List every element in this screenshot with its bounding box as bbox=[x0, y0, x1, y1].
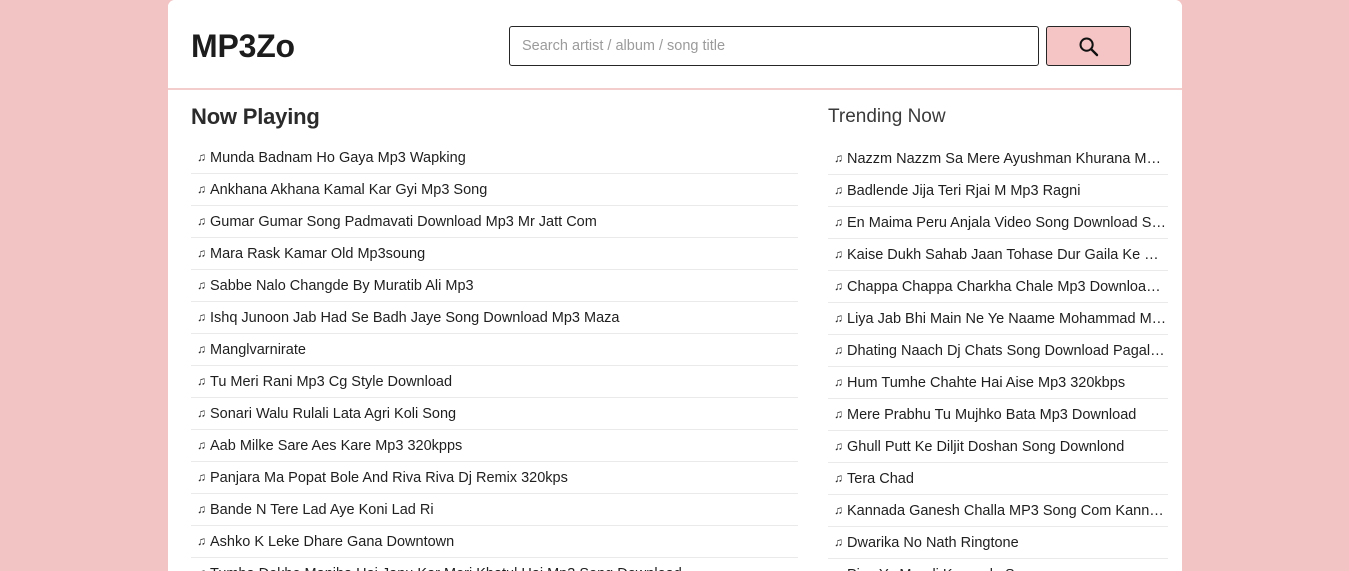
content-area: Now Playing ♫Munda Badnam Ho Gaya Mp3 Wa… bbox=[168, 90, 1182, 569]
now-playing-item[interactable]: ♫Gumar Gumar Song Padmavati Download Mp3… bbox=[191, 206, 798, 238]
now-playing-item[interactable]: ♫ Tumba Dekhe Manjha Hai Janu Kar Meri Kh… bbox=[191, 558, 798, 571]
trending-now-item[interactable]: ♫Nazzm Nazzm Sa Mere Ayushman Khurana Mp… bbox=[828, 143, 1168, 175]
song-title-link[interactable]: Kaise Dukh Sahab Jaan Tohase Dur Gaila K… bbox=[847, 247, 1168, 263]
song-title-link[interactable]: Munda Badnam Ho Gaya Mp3 Wapking bbox=[210, 150, 466, 166]
now-playing-item[interactable]: ♫Ashko K Leke Dhare Gana Downtown bbox=[191, 526, 798, 558]
now-playing-item[interactable]: ♫Manglvarnirate bbox=[191, 334, 798, 366]
song-title-link[interactable]: Tumba Dekhe Manjha Hai Janu Kar Meri Kha… bbox=[210, 566, 682, 571]
site-header: MP3Zo bbox=[168, 0, 1182, 90]
song-title-link[interactable]: Piyu Ye Mundi Kannada Song bbox=[847, 567, 1039, 571]
music-note-icon: ♫ bbox=[197, 430, 206, 461]
search-input[interactable] bbox=[509, 26, 1039, 66]
trending-now-item[interactable]: ♫Kannada Ganesh Challa MP3 Song Com Kann… bbox=[828, 495, 1168, 527]
song-title-link[interactable]: Tera Chad bbox=[847, 471, 914, 487]
now-playing-item[interactable]: ♫Mara Rask Kamar Old Mp3soung bbox=[191, 238, 798, 270]
song-title-link[interactable]: Ishq Junoon Jab Had Se Badh Jaye Song Do… bbox=[210, 310, 619, 326]
music-note-icon: ♫ bbox=[197, 334, 206, 365]
music-note-icon: ♫ bbox=[197, 174, 206, 205]
music-note-icon: ♫ bbox=[834, 239, 843, 270]
music-note-icon: ♫ bbox=[834, 143, 843, 174]
music-note-icon: ♫ bbox=[197, 494, 206, 525]
music-note-icon: ♫ bbox=[197, 270, 206, 301]
music-note-icon: ♫ bbox=[197, 462, 206, 493]
now-playing-item[interactable]: ♫Ishq Junoon Jab Had Se Badh Jaye Song D… bbox=[191, 302, 798, 334]
now-playing-item[interactable]: ♫Bande N Tere Lad Aye Koni Lad Ri bbox=[191, 494, 798, 526]
music-note-icon: ♫ bbox=[197, 142, 206, 173]
brand-logo[interactable]: MP3Zo bbox=[191, 27, 295, 65]
music-note-icon: ♫ bbox=[197, 302, 206, 333]
music-note-icon: ♫ bbox=[197, 526, 206, 557]
trending-now-item[interactable]: ♫Tera Chad bbox=[828, 463, 1168, 495]
music-note-icon: ♫ bbox=[197, 366, 206, 397]
song-title-link[interactable]: Kannada Ganesh Challa MP3 Song Com Kanna… bbox=[847, 503, 1168, 519]
trending-now-item[interactable]: ♫Mere Prabhu Tu Mujhko Bata Mp3 Download bbox=[828, 399, 1168, 431]
now-playing-heading: Now Playing bbox=[191, 90, 798, 130]
now-playing-item[interactable]: ♫Ankhana Akhana Kamal Kar Gyi Mp3 Song bbox=[191, 174, 798, 206]
song-title-link[interactable]: Nazzm Nazzm Sa Mere Ayushman Khurana Mp3… bbox=[847, 151, 1168, 167]
song-title-link[interactable]: Mara Rask Kamar Old Mp3soung bbox=[210, 246, 425, 262]
trending-now-list: ♫Nazzm Nazzm Sa Mere Ayushman Khurana Mp… bbox=[828, 143, 1168, 571]
song-title-link[interactable]: Bande N Tere Lad Aye Koni Lad Ri bbox=[210, 502, 434, 518]
song-title-link[interactable]: Manglvarnirate bbox=[210, 342, 306, 358]
song-title-link[interactable]: Chappa Chappa Charkha Chale Mp3 Download… bbox=[847, 279, 1168, 295]
music-note-icon: ♫ bbox=[834, 207, 843, 238]
trending-now-item[interactable]: ♫Kaise Dukh Sahab Jaan Tohase Dur Gaila … bbox=[828, 239, 1168, 271]
trending-now-column: Trending Now ♫Nazzm Nazzm Sa Mere Ayushm… bbox=[820, 90, 1182, 569]
trending-now-heading: Trending Now bbox=[828, 90, 1168, 129]
music-note-icon: ♫ bbox=[834, 399, 843, 430]
music-note-icon: ♫ bbox=[834, 559, 843, 571]
now-playing-item[interactable]: ♫Panjara Ma Popat Bole And Riva Riva Dj … bbox=[191, 462, 798, 494]
music-note-icon: ♫ bbox=[834, 367, 843, 398]
now-playing-item[interactable]: ♫Sabbe Nalo Changde By Muratib Ali Mp3 bbox=[191, 270, 798, 302]
music-note-icon: ♫ bbox=[834, 303, 843, 334]
song-title-link[interactable]: Liya Jab Bhi Main Ne Ye Naame Mohammad M… bbox=[847, 311, 1168, 327]
music-note-icon: ♫ bbox=[834, 495, 843, 526]
song-title-link[interactable]: Ankhana Akhana Kamal Kar Gyi Mp3 Song bbox=[210, 182, 487, 198]
trending-now-item[interactable]: ♫Ghull Putt Ke Diljit Doshan Song Downlo… bbox=[828, 431, 1168, 463]
music-note-icon: ♫ bbox=[197, 206, 206, 237]
trending-now-item[interactable]: ♫En Maima Peru Anjala Video Song Downloa… bbox=[828, 207, 1168, 239]
search-bar bbox=[509, 26, 1131, 66]
song-title-link[interactable]: Ghull Putt Ke Diljit Doshan Song Downlon… bbox=[847, 439, 1124, 455]
search-button[interactable] bbox=[1046, 26, 1131, 66]
song-title-link[interactable]: Ashko K Leke Dhare Gana Downtown bbox=[210, 534, 454, 550]
song-title-link[interactable]: Aab Milke Sare Aes Kare Mp3 320kpps bbox=[210, 438, 462, 454]
trending-now-item[interactable]: ♫Liya Jab Bhi Main Ne Ye Naame Mohammad … bbox=[828, 303, 1168, 335]
now-playing-item[interactable]: ♫Sonari Walu Rulali Lata Agri Koli Song bbox=[191, 398, 798, 430]
now-playing-list: ♫Munda Badnam Ho Gaya Mp3 Wapking♫Ankhan… bbox=[191, 142, 798, 571]
song-title-link[interactable]: Dwarika No Nath Ringtone bbox=[847, 535, 1019, 551]
music-note-icon: ♫ bbox=[834, 527, 843, 558]
trending-now-item[interactable]: ♫Dhating Naach Dj Chats Song Download Pa… bbox=[828, 335, 1168, 367]
page-card: MP3Zo Now Playing ♫Munda Badnam Ho Gaya … bbox=[168, 0, 1182, 571]
song-title-link[interactable]: Mere Prabhu Tu Mujhko Bata Mp3 Download bbox=[847, 407, 1136, 423]
song-title-link[interactable]: Gumar Gumar Song Padmavati Download Mp3 … bbox=[210, 214, 597, 230]
song-title-link[interactable]: Dhating Naach Dj Chats Song Download Pag… bbox=[847, 343, 1168, 359]
trending-now-item[interactable]: ♫ Piyu Ye Mundi Kannada Song bbox=[828, 559, 1168, 571]
music-note-icon: ♫ bbox=[834, 431, 843, 462]
music-note-icon: ♫ bbox=[834, 175, 843, 206]
trending-now-item[interactable]: ♫Dwarika No Nath Ringtone bbox=[828, 527, 1168, 559]
now-playing-item[interactable]: ♫Aab Milke Sare Aes Kare Mp3 320kpps bbox=[191, 430, 798, 462]
music-note-icon: ♫ bbox=[834, 463, 843, 494]
song-title-link[interactable]: Sabbe Nalo Changde By Muratib Ali Mp3 bbox=[210, 278, 474, 294]
music-note-icon: ♫ bbox=[197, 398, 206, 429]
trending-now-item[interactable]: ♫Hum Tumhe Chahte Hai Aise Mp3 320kbps bbox=[828, 367, 1168, 399]
search-icon bbox=[1078, 36, 1099, 57]
music-note-icon: ♫ bbox=[834, 271, 843, 302]
now-playing-item[interactable]: ♫Tu Meri Rani Mp3 Cg Style Download bbox=[191, 366, 798, 398]
now-playing-column: Now Playing ♫Munda Badnam Ho Gaya Mp3 Wa… bbox=[168, 90, 820, 569]
song-title-link[interactable]: Tu Meri Rani Mp3 Cg Style Download bbox=[210, 374, 452, 390]
music-note-icon: ♫ bbox=[834, 335, 843, 366]
music-note-icon: ♫ bbox=[197, 238, 206, 269]
song-title-link[interactable]: Badlende Jija Teri Rjai M Mp3 Ragni bbox=[847, 183, 1080, 199]
song-title-link[interactable]: Hum Tumhe Chahte Hai Aise Mp3 320kbps bbox=[847, 375, 1125, 391]
music-note-icon: ♫ bbox=[197, 558, 206, 571]
trending-now-item[interactable]: ♫Chappa Chappa Charkha Chale Mp3 Downloa… bbox=[828, 271, 1168, 303]
song-title-link[interactable]: Sonari Walu Rulali Lata Agri Koli Song bbox=[210, 406, 456, 422]
song-title-link[interactable]: En Maima Peru Anjala Video Song Download… bbox=[847, 215, 1168, 231]
now-playing-item[interactable]: ♫Munda Badnam Ho Gaya Mp3 Wapking bbox=[191, 142, 798, 174]
trending-now-item[interactable]: ♫Badlende Jija Teri Rjai M Mp3 Ragni bbox=[828, 175, 1168, 207]
song-title-link[interactable]: Panjara Ma Popat Bole And Riva Riva Dj R… bbox=[210, 470, 568, 486]
